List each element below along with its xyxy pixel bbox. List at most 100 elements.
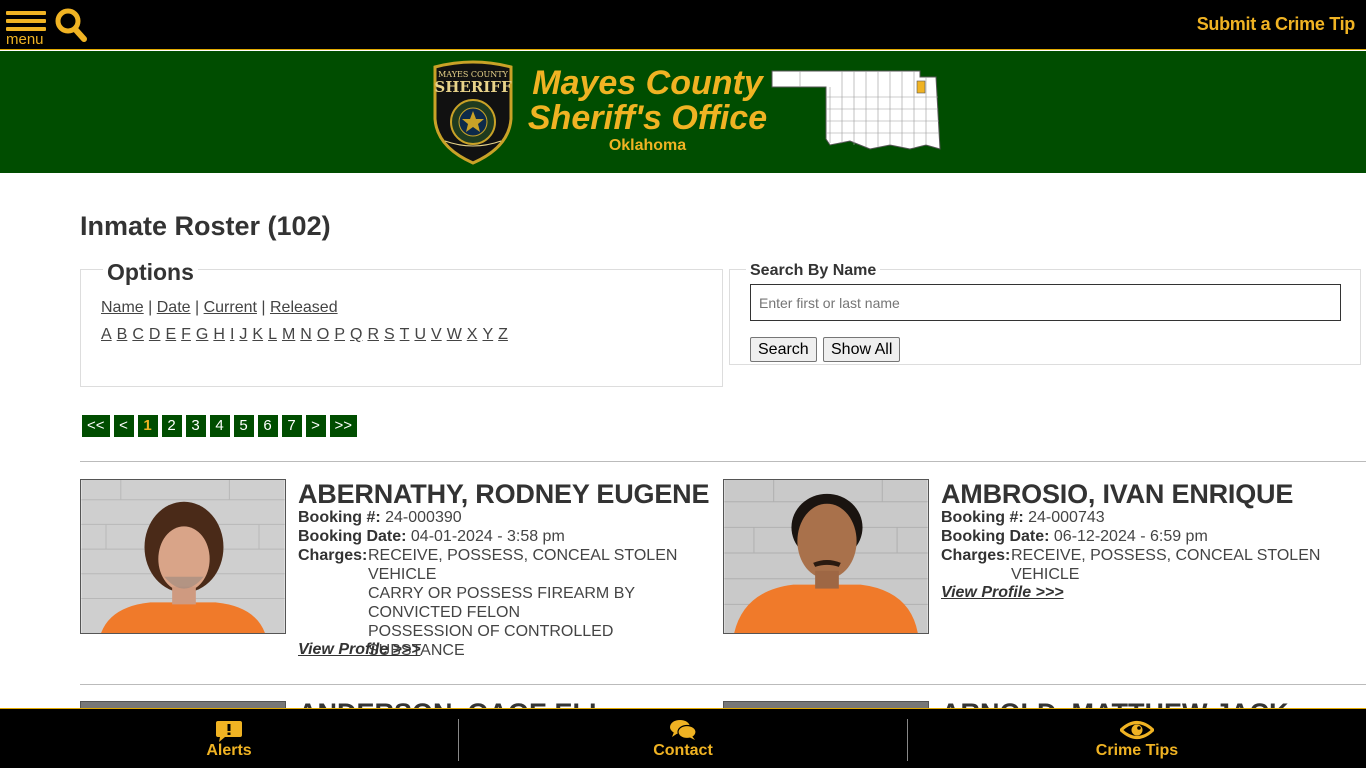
booking-date-row: Booking Date: 06-12-2024 - 6:59 pm xyxy=(941,527,1208,546)
crime-tips-label: Crime Tips xyxy=(1095,742,1179,759)
alerts-label: Alerts xyxy=(206,742,252,759)
search-input[interactable] xyxy=(750,284,1341,321)
alphabet-filter: ABCDEFGHIJKLMNOPQRSTUVWXYZ xyxy=(101,326,513,344)
charge-item: CARRY OR POSSESS FIREARM BY CONVICTED FE… xyxy=(368,585,635,621)
inmate-photo[interactable] xyxy=(80,479,286,634)
alerts-button[interactable]: Alerts xyxy=(0,709,458,768)
brand-title[interactable]: Mayes County Sheriff's Office Oklahoma xyxy=(520,66,775,156)
charges-list: RECEIVE, POSSESS, CONCEAL STOLEN VEHICLE xyxy=(1011,546,1351,584)
brand-line-2: Sheriff's Office xyxy=(527,99,768,137)
booking-date: 06-12-2024 - 6:59 pm xyxy=(1053,528,1208,545)
page-button[interactable]: 3 xyxy=(185,415,206,437)
options-legend: Options xyxy=(103,259,198,286)
filter-current-link[interactable]: Current xyxy=(204,299,257,316)
letter-link[interactable]: K xyxy=(252,326,263,343)
letter-link[interactable]: Z xyxy=(498,326,508,343)
search-panel: Search By Name Search Show All xyxy=(729,262,1361,365)
top-bar: menu Submit a Crime Tip xyxy=(0,0,1366,50)
charge-item: RECEIVE, POSSESS, CONCEAL STOLEN VEHICLE xyxy=(1011,547,1321,583)
charges-label: Charges: xyxy=(941,546,1010,565)
page-button[interactable]: 7 xyxy=(281,415,302,437)
contact-button[interactable]: Contact xyxy=(459,709,907,768)
inmate-name-partial-text: ARNOLD, MATTHEW JACK xyxy=(941,698,1288,708)
booking-date-label: Booking Date: xyxy=(941,528,1050,545)
site-header: MAYES COUNTY SHERIFF Mayes County Sherif… xyxy=(0,51,1366,173)
show-all-button[interactable]: Show All xyxy=(823,337,901,362)
booking-number-label: Booking #: xyxy=(298,509,381,526)
letter-link[interactable]: I xyxy=(230,326,234,343)
sort-by-date-link[interactable]: Date xyxy=(157,299,191,316)
letter-link[interactable]: L xyxy=(268,326,277,343)
options-panel: Options Name | Date | Current | Released… xyxy=(80,259,723,387)
letter-link[interactable]: J xyxy=(239,326,247,343)
inmate-name-partial[interactable]: ANDERSON, GAGE ELI xyxy=(298,698,597,708)
letter-link[interactable]: G xyxy=(196,326,208,343)
search-icon[interactable] xyxy=(55,8,87,42)
page-button[interactable]: 2 xyxy=(161,415,182,437)
booking-number-row: Booking #: 24-000390 xyxy=(298,508,462,527)
letter-link[interactable]: Q xyxy=(350,326,362,343)
prev-page-button[interactable]: < xyxy=(113,415,134,437)
letter-link[interactable]: E xyxy=(165,326,176,343)
letter-link[interactable]: C xyxy=(132,326,144,343)
letter-link[interactable]: P xyxy=(334,326,345,343)
filter-released-link[interactable]: Released xyxy=(270,299,338,316)
inmate-name-partial[interactable]: ARNOLD, MATTHEW JACK xyxy=(941,698,1288,708)
page-button[interactable]: 6 xyxy=(257,415,278,437)
svg-text:SHERIFF: SHERIFF xyxy=(434,78,512,96)
hamburger-icon xyxy=(6,11,46,15)
booking-number-label: Booking #: xyxy=(941,509,1024,526)
view-profile-link[interactable]: View Profile >>> xyxy=(941,584,1064,602)
booking-date-label: Booking Date: xyxy=(298,528,407,545)
booking-date: 04-01-2024 - 3:58 pm xyxy=(410,528,565,545)
first-page-button[interactable]: << xyxy=(82,415,110,437)
brand-line-1: Mayes County xyxy=(532,64,763,102)
brand-state: Oklahoma xyxy=(608,137,687,154)
letter-link[interactable]: Y xyxy=(482,326,493,343)
booking-number: 24-000743 xyxy=(1028,509,1105,526)
letter-link[interactable]: H xyxy=(213,326,225,343)
search-legend: Search By Name xyxy=(746,262,881,280)
inmate-card: ABERNATHY, RODNEY EUGENE Booking #: 24-0… xyxy=(80,479,720,664)
hamburger-icon-bar xyxy=(6,19,46,23)
letter-link[interactable]: U xyxy=(414,326,426,343)
letter-link[interactable]: N xyxy=(300,326,312,343)
page-button-current[interactable]: 1 xyxy=(137,415,158,437)
letter-link[interactable]: D xyxy=(149,326,161,343)
view-profile-link[interactable]: View Profile >>> xyxy=(298,641,421,659)
booking-number-row: Booking #: 24-000743 xyxy=(941,508,1105,527)
letter-link[interactable]: R xyxy=(367,326,379,343)
inmate-name[interactable]: AMBROSIO, IVAN ENRIQUE xyxy=(941,479,1293,510)
letter-link[interactable]: M xyxy=(282,326,295,343)
letter-link[interactable]: W xyxy=(447,326,462,343)
inmate-photo[interactable] xyxy=(723,479,929,634)
menu-button[interactable]: menu xyxy=(4,8,48,48)
next-page-button[interactable]: > xyxy=(305,415,326,437)
divider xyxy=(80,684,1366,685)
letter-link[interactable]: T xyxy=(400,326,410,343)
page-title: Inmate Roster (102) xyxy=(80,211,331,241)
pagination: << < 1 2 3 4 5 6 7 > >> xyxy=(82,415,358,437)
last-page-button[interactable]: >> xyxy=(329,415,358,437)
submit-crime-tip-link[interactable]: Submit a Crime Tip xyxy=(1197,14,1356,35)
inmate-name[interactable]: ABERNATHY, RODNEY EUGENE xyxy=(298,479,709,510)
contact-label: Contact xyxy=(653,742,713,759)
letter-link[interactable]: X xyxy=(467,326,478,343)
search-button[interactable]: Search xyxy=(750,337,817,362)
alert-bubble-icon xyxy=(216,721,242,742)
crime-tips-button[interactable]: Crime Tips xyxy=(908,709,1366,768)
letter-link[interactable]: F xyxy=(181,326,191,343)
letter-link[interactable]: B xyxy=(117,326,128,343)
sort-links: Name | Date | Current | Released xyxy=(101,299,338,316)
menu-label: menu xyxy=(6,31,44,48)
letter-link[interactable]: V xyxy=(431,326,442,343)
letter-link[interactable]: S xyxy=(384,326,395,343)
chat-bubbles-icon xyxy=(670,720,697,740)
letter-link[interactable]: O xyxy=(317,326,329,343)
charge-item: RECEIVE, POSSESS, CONCEAL STOLEN VEHICLE xyxy=(368,547,678,583)
page-button[interactable]: 5 xyxy=(233,415,254,437)
page-button[interactable]: 4 xyxy=(209,415,230,437)
sort-by-name-link[interactable]: Name xyxy=(101,299,144,316)
sheriff-badge-logo[interactable]: MAYES COUNTY SHERIFF xyxy=(431,59,515,165)
letter-link[interactable]: A xyxy=(101,326,112,343)
